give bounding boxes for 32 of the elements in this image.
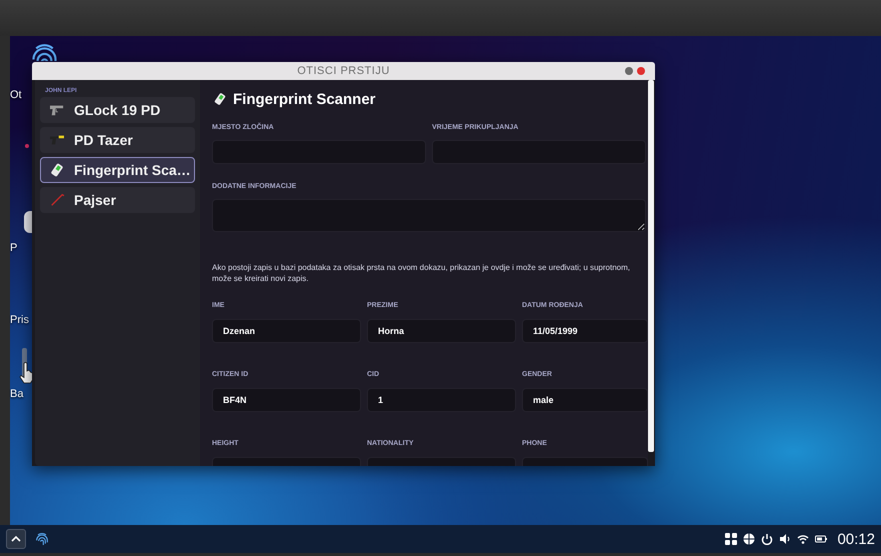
chevron-up-icon	[11, 535, 21, 543]
scanner-icon	[212, 90, 228, 108]
icon-label[interactable]: Pris	[10, 314, 29, 326]
input-field[interactable]: 11/05/1999	[522, 319, 648, 343]
input-field[interactable]: male	[522, 388, 648, 412]
window-title: OTISCI PRSTIJU	[297, 65, 390, 77]
sidebar-item[interactable]: PD Tazer	[40, 127, 195, 153]
input-field[interactable]: 1	[367, 388, 516, 412]
minimize-button[interactable]	[625, 67, 633, 75]
volume-icon[interactable]	[779, 533, 792, 545]
close-button[interactable]	[637, 67, 645, 75]
input-field[interactable]: BF4N	[212, 388, 361, 412]
fingerprint-icon[interactable]	[34, 530, 50, 548]
wifi-icon[interactable]	[797, 533, 810, 545]
clock-text[interactable]: 00:12	[837, 530, 875, 548]
sidebar-item[interactable]: Fingerprint Sca…	[40, 157, 195, 183]
show-hidden-button[interactable]	[6, 529, 26, 549]
power-icon[interactable]	[761, 533, 774, 545]
scrollbar-thumb[interactable]	[648, 80, 654, 452]
input-field[interactable]: Horna	[367, 319, 516, 343]
icon-label[interactable]: Ba	[10, 388, 24, 400]
icon-label[interactable]: P	[10, 242, 18, 254]
panel-title: Fingerprint Scanner	[233, 90, 376, 108]
grid-icon[interactable]	[725, 533, 738, 545]
sidebar-item[interactable]: GLock 19 PD	[40, 97, 195, 123]
input-field[interactable]: Dzenan	[212, 319, 361, 343]
sidebar-item[interactable]: Pajser	[40, 187, 195, 213]
taser-icon	[47, 133, 67, 147]
icon-label[interactable]: Ot	[10, 89, 22, 101]
info-text: Ako postoji zapis u bazi podataka za otisak prsta na ovom dokazu, prikazan je ovdje i može se uređivati; u suprotnom, može se kreirati novi zapis.	[212, 262, 632, 284]
globe-icon[interactable]	[743, 533, 756, 545]
battery-icon[interactable]	[815, 533, 828, 545]
